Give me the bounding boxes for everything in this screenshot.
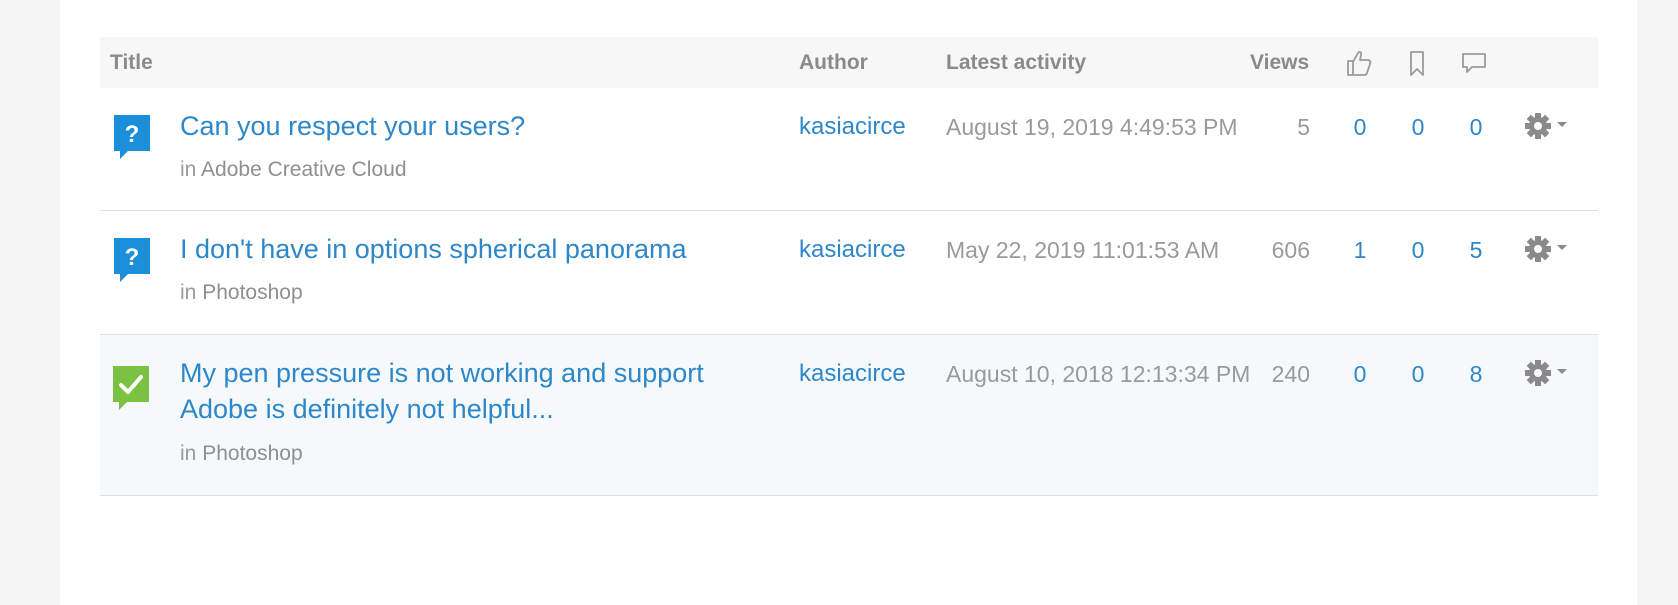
- chevron-down-icon: [1557, 369, 1567, 374]
- replies-count[interactable]: 5: [1456, 235, 1496, 265]
- latest-activity-date: May 22, 2019 11:01:53 AM: [946, 237, 1220, 263]
- table-row: My pen pressure is not working and suppo…: [100, 335, 1598, 496]
- location-prefix: in: [180, 281, 197, 304]
- gear-icon[interactable]: [1525, 112, 1575, 142]
- views-count: 606: [1271, 237, 1310, 263]
- discussion-location: in Photoshop: [180, 281, 303, 305]
- replies-count[interactable]: 0: [1456, 112, 1496, 142]
- discussion-location: in Photoshop: [180, 442, 303, 466]
- discussion-title-link[interactable]: Can you respect your users?: [180, 108, 740, 144]
- gear-icon[interactable]: [1525, 359, 1575, 389]
- location-link[interactable]: Photoshop: [202, 281, 302, 304]
- table-row: ? I don't have in options spherical pano…: [100, 211, 1598, 335]
- likes-count[interactable]: 0: [1340, 112, 1380, 142]
- bookmarks-count[interactable]: 0: [1398, 112, 1438, 142]
- question-icon: ?: [114, 238, 150, 282]
- author-link[interactable]: kasiacirce: [799, 112, 906, 142]
- svg-text:?: ?: [125, 121, 140, 148]
- discussion-location: in Adobe Creative Cloud: [180, 158, 407, 182]
- content-panel: Title Author Latest activity Views ? Can…: [60, 0, 1637, 605]
- gear-icon[interactable]: [1525, 235, 1575, 265]
- discussion-title-link[interactable]: I don't have in options spherical panora…: [180, 231, 740, 267]
- location-prefix: in: [180, 158, 197, 181]
- column-header-author[interactable]: Author: [799, 37, 868, 88]
- column-header-title[interactable]: Title: [110, 37, 153, 88]
- latest-activity-date: August 19, 2019 4:49:53 PM: [946, 114, 1238, 140]
- answered-check-icon: [113, 366, 149, 410]
- thumbs-up-icon[interactable]: [1345, 49, 1373, 77]
- bookmark-icon[interactable]: [1403, 49, 1431, 77]
- discussion-title-link[interactable]: My pen pressure is not working and suppo…: [180, 355, 720, 427]
- bookmarks-count[interactable]: 0: [1398, 359, 1438, 389]
- svg-text:?: ?: [125, 244, 140, 271]
- views-count: 240: [1271, 361, 1310, 387]
- location-link[interactable]: Photoshop: [202, 442, 302, 465]
- question-icon: ?: [114, 115, 150, 159]
- latest-activity-date: August 10, 2018 12:13:34 PM: [946, 361, 1251, 387]
- views-count: 5: [1297, 114, 1310, 140]
- comment-icon[interactable]: [1460, 49, 1488, 77]
- column-header-latest-activity[interactable]: Latest activity: [946, 37, 1086, 88]
- likes-count[interactable]: 1: [1340, 235, 1380, 265]
- column-header-views[interactable]: Views: [1250, 37, 1309, 88]
- replies-count[interactable]: 8: [1456, 359, 1496, 389]
- table-row: ? Can you respect your users? in Adobe C…: [100, 88, 1598, 211]
- location-link[interactable]: Adobe Creative Cloud: [201, 158, 406, 181]
- author-link[interactable]: kasiacirce: [799, 235, 906, 265]
- location-prefix: in: [180, 442, 197, 465]
- likes-count[interactable]: 0: [1340, 359, 1380, 389]
- table-header: Title Author Latest activity Views: [100, 37, 1598, 88]
- bookmarks-count[interactable]: 0: [1398, 235, 1438, 265]
- chevron-down-icon: [1557, 122, 1567, 127]
- chevron-down-icon: [1557, 245, 1567, 250]
- discussion-table: Title Author Latest activity Views ? Can…: [100, 37, 1598, 496]
- author-link[interactable]: kasiacirce: [799, 359, 906, 389]
